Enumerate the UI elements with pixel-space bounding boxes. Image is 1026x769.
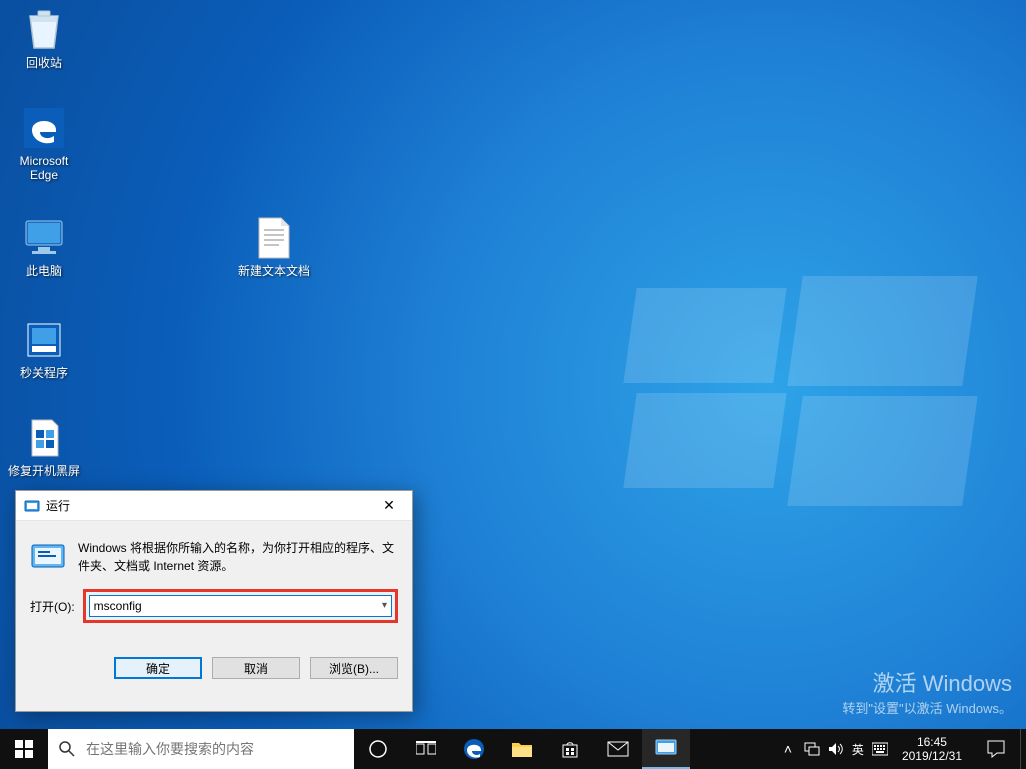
edge-icon [462, 737, 486, 761]
close-icon: ✕ [383, 497, 395, 514]
network-icon [804, 742, 820, 756]
store-icon [560, 739, 580, 759]
run-open-input[interactable] [94, 599, 369, 613]
taskbar-search-input[interactable] [86, 741, 344, 757]
dialog-titlebar[interactable]: 运行 ✕ [16, 491, 412, 521]
cortana-icon [368, 739, 388, 759]
taskbar-notifications[interactable] [972, 729, 1020, 769]
text-document-icon [250, 214, 298, 262]
taskbar-task-view[interactable] [402, 729, 450, 769]
mail-icon [607, 741, 629, 757]
tray-ime-lang[interactable]: 英 [848, 741, 868, 758]
tray-show-hidden[interactable]: ˄ [776, 741, 800, 757]
run-info-icon [30, 539, 66, 575]
desktop: 回收站 Microsoft Edge 此电脑 新建文本文档 秒关程序 修复开机黑… [0, 0, 1026, 769]
taskbar-store[interactable] [546, 729, 594, 769]
shutdown-tool-icon [20, 316, 68, 364]
dialog-button-row: 确定 取消 浏览(B)... [16, 633, 412, 693]
desktop-icon-this-pc[interactable]: 此电脑 [6, 214, 82, 278]
taskbar: ˄ 英 16:45 2019/12/31 [0, 729, 1026, 769]
chevron-down-icon[interactable]: ▾ [382, 600, 387, 611]
desktop-wallpaper-logo [630, 270, 970, 500]
chevron-up-icon: ˄ [784, 741, 792, 757]
repair-tool-icon [20, 414, 68, 462]
taskbar-clock[interactable]: 16:45 2019/12/31 [892, 729, 972, 769]
run-open-combobox[interactable]: ▾ [89, 595, 392, 617]
taskbar-running-run-dialog[interactable] [642, 729, 690, 769]
dialog-close-button[interactable]: ✕ [366, 491, 412, 520]
taskbar-file-explorer[interactable] [498, 729, 546, 769]
run-dialog-taskbar-icon [655, 739, 677, 757]
run-open-label: 打开(O): [30, 598, 75, 615]
desktop-icon-repair-tool[interactable]: 修复开机黑屏 [6, 414, 82, 478]
task-view-icon [416, 741, 436, 757]
desktop-icon-edge[interactable]: Microsoft Edge [6, 104, 82, 182]
recycle-bin-icon [20, 6, 68, 54]
start-button[interactable] [0, 729, 48, 769]
search-icon [58, 740, 76, 758]
folder-icon [511, 740, 533, 758]
taskbar-search[interactable] [48, 729, 354, 769]
system-tray: ˄ 英 [776, 729, 892, 769]
taskbar-show-desktop[interactable] [1020, 729, 1026, 769]
this-pc-icon [20, 214, 68, 262]
ok-button[interactable]: 确定 [114, 657, 202, 679]
clock-date: 2019/12/31 [902, 749, 962, 763]
cancel-button[interactable]: 取消 [212, 657, 300, 679]
run-info-text: Windows 将根据你所输入的名称，为你打开相应的程序、文件夹、文档或 Int… [78, 539, 398, 575]
tray-volume[interactable] [824, 742, 848, 756]
edge-icon [20, 104, 68, 152]
desktop-icon-text-doc[interactable]: 新建文本文档 [236, 214, 312, 278]
run-dialog: 运行 ✕ Windows 将根据你所输入的名称，为你打开相应的程序、文件夹、文档… [15, 490, 413, 712]
desktop-icon-shutdown-tool[interactable]: 秒关程序 [6, 316, 82, 380]
dialog-body: Windows 将根据你所输入的名称，为你打开相应的程序、文件夹、文档或 Int… [16, 521, 412, 633]
volume-icon [828, 742, 844, 756]
tray-network[interactable] [800, 742, 824, 756]
taskbar-cortana[interactable] [354, 729, 402, 769]
clock-time: 16:45 [902, 735, 962, 749]
ime-keyboard-icon [872, 742, 888, 756]
activation-watermark: 激活 Windows 转到"设置"以激活 Windows。 [842, 666, 1012, 717]
tray-ime-mode[interactable] [868, 742, 892, 756]
taskbar-mail[interactable] [594, 729, 642, 769]
windows-logo-icon [15, 740, 33, 758]
browse-button[interactable]: 浏览(B)... [310, 657, 398, 679]
desktop-icon-recycle-bin[interactable]: 回收站 [6, 6, 82, 70]
dialog-title: 运行 [46, 497, 366, 514]
run-dialog-icon [24, 498, 40, 514]
taskbar-edge[interactable] [450, 729, 498, 769]
run-input-highlight: ▾ [83, 589, 398, 623]
notification-icon [987, 740, 1005, 758]
